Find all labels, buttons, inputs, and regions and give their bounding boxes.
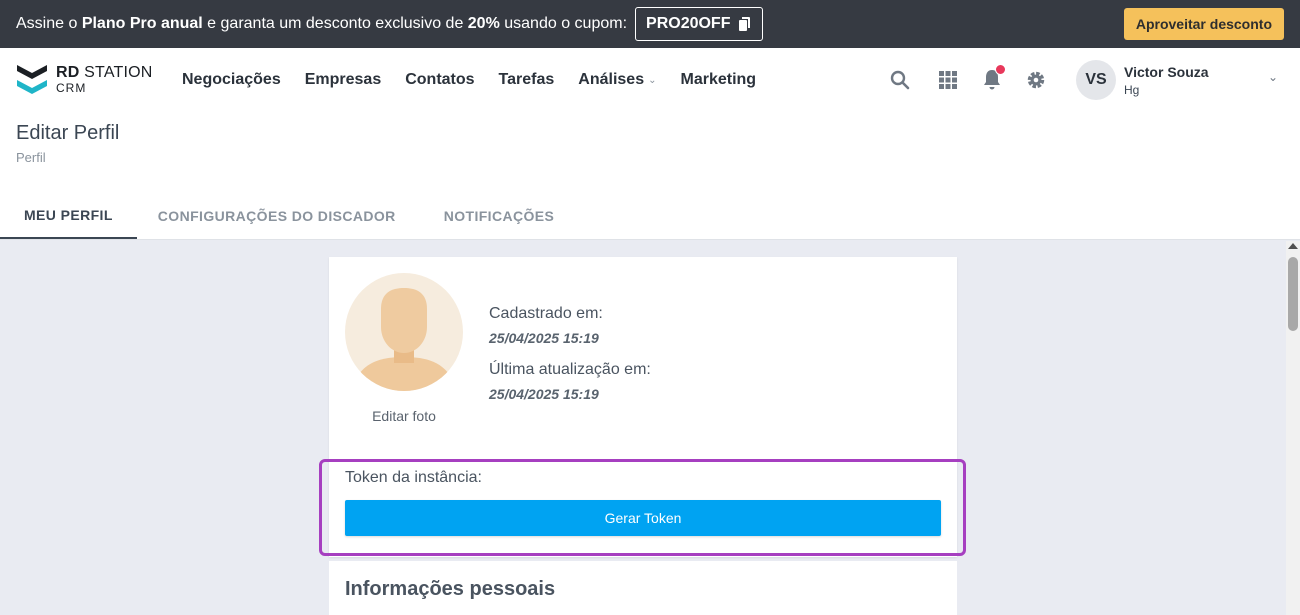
tab-notificacoes[interactable]: NOTIFICAÇÕES: [420, 192, 579, 239]
edit-photo-link[interactable]: Editar foto: [345, 408, 463, 424]
user-avatar[interactable]: VS: [1076, 60, 1116, 100]
logo-wordmark: RD STATION CRM: [56, 63, 153, 95]
promo-cta-button[interactable]: Aproveitar desconto: [1123, 8, 1284, 40]
top-navbar: RD STATION CRM Negociações Empresas Cont…: [0, 48, 1300, 112]
breadcrumb: Perfil: [16, 150, 46, 165]
scrollbar-thumb[interactable]: [1288, 257, 1298, 331]
profile-tabs: MEU PERFIL CONFIGURAÇÕES DO DISCADOR NOT…: [0, 192, 578, 239]
tab-meu-perfil[interactable]: MEU PERFIL: [0, 192, 137, 239]
menu-analises-label: Análises: [578, 71, 645, 88]
header-divider: [0, 239, 1300, 240]
bell-icon[interactable]: [980, 64, 1006, 92]
page-header: Editar Perfil Perfil MEU PERFIL CONFIGUR…: [0, 112, 1300, 240]
registered-label: Cadastrado em:: [489, 305, 603, 322]
search-icon[interactable]: [888, 68, 912, 92]
user-name[interactable]: Victor Souza: [1124, 64, 1209, 80]
menu-tarefas[interactable]: Tarefas: [499, 71, 555, 89]
menu-marketing[interactable]: Marketing: [680, 71, 756, 89]
apps-grid-icon[interactable]: [936, 68, 960, 92]
coupon-code: PRO20OFF: [646, 15, 731, 32]
page-title: Editar Perfil: [16, 122, 120, 144]
promo-text: Assine o Plano Pro anual e garanta um de…: [16, 15, 628, 32]
personal-info-title: Informações pessoais: [345, 578, 556, 600]
promo-banner: Assine o Plano Pro anual e garanta um de…: [0, 0, 1300, 48]
profile-photo[interactable]: [345, 273, 463, 391]
menu-negociacoes[interactable]: Negociações: [182, 71, 281, 89]
rd-logo-icon: [17, 65, 47, 94]
menu-contatos[interactable]: Contatos: [405, 71, 474, 89]
menu-analises[interactable]: Análises ⌄: [578, 71, 656, 89]
menu-empresas[interactable]: Empresas: [305, 71, 382, 89]
copy-icon[interactable]: [738, 16, 752, 32]
gear-icon[interactable]: [1024, 68, 1048, 92]
notification-dot: [995, 64, 1006, 75]
rd-station-logo[interactable]: RD STATION CRM: [16, 62, 153, 96]
user-organization: Hg: [1124, 83, 1140, 97]
coupon-code-box[interactable]: PRO20OFF: [635, 7, 764, 41]
tab-configuracoes-discador[interactable]: CONFIGURAÇÕES DO DISCADOR: [137, 192, 420, 239]
token-highlight-box: [319, 459, 966, 556]
avatar-placeholder-icon: [351, 288, 457, 391]
personal-info-card: Informações pessoais: [329, 561, 957, 615]
updated-label: Última atualização em:: [489, 361, 651, 378]
chevron-down-icon: ⌄: [648, 74, 657, 86]
registered-value: 25/04/2025 15:19: [489, 330, 599, 346]
scroll-up-arrow-icon[interactable]: [1288, 243, 1298, 249]
user-menu-chevron-icon[interactable]: ⌄: [1268, 70, 1278, 84]
updated-value: 25/04/2025 15:19: [489, 386, 599, 402]
main-menu: Negociações Empresas Contatos Tarefas An…: [182, 48, 780, 112]
